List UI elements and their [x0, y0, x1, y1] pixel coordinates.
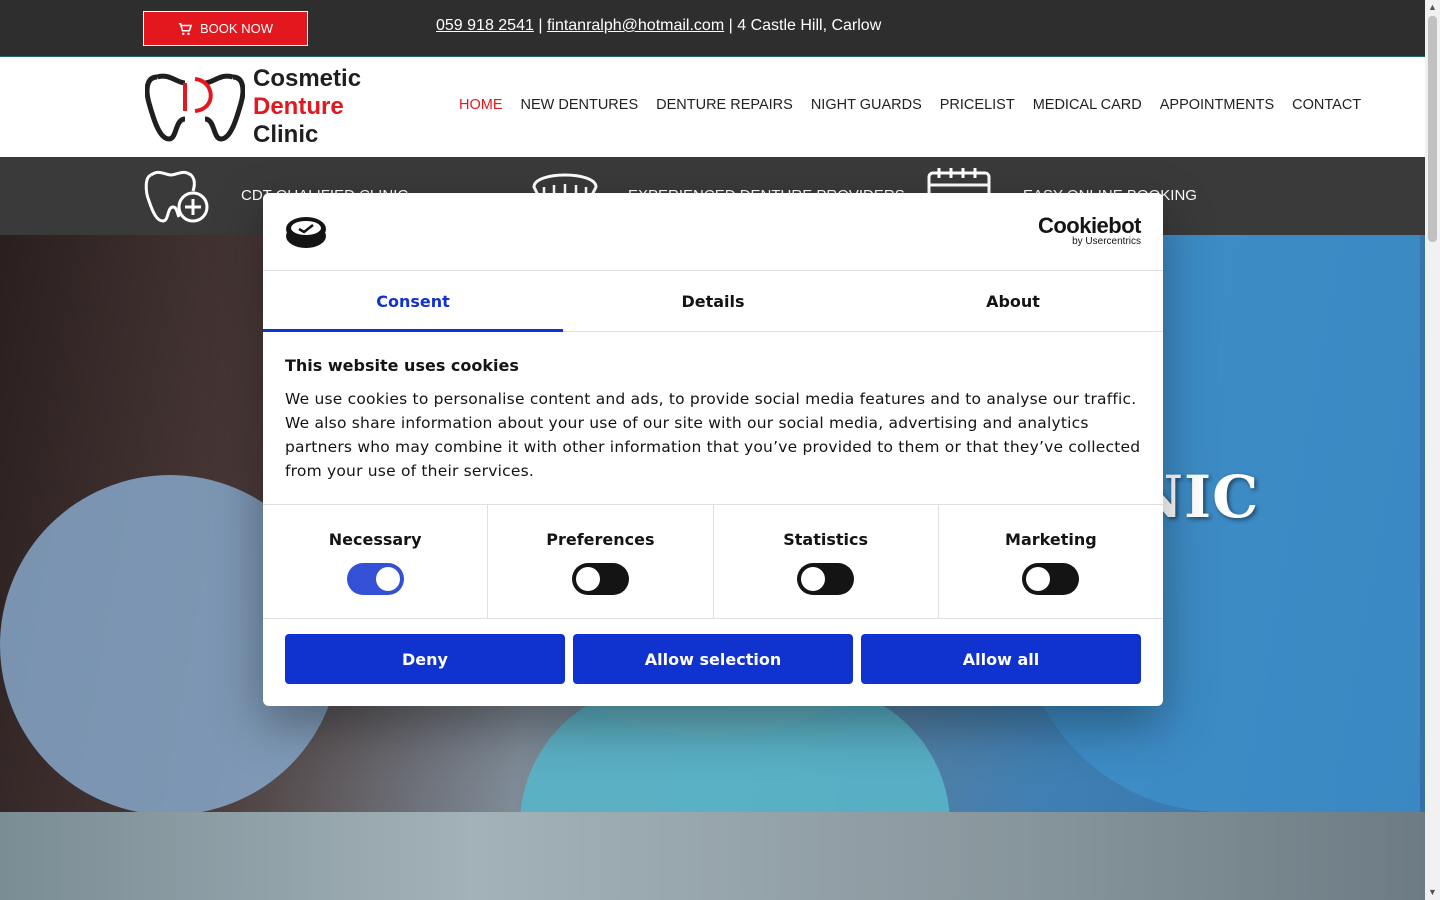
logo-text: Cosmetic Denture Clinic	[253, 65, 361, 149]
dialog-tabs: Consent Details About	[263, 271, 1163, 332]
toggle-preferences: Preferences	[488, 505, 714, 618]
site-logo[interactable]: Cosmetic Denture Clinic	[145, 65, 405, 149]
nav-medical-card[interactable]: MEDICAL CARD	[1033, 97, 1142, 113]
switch-knob	[1026, 567, 1051, 591]
toggle-label: Marketing	[1005, 530, 1097, 549]
logo-line-3: Clinic	[253, 121, 319, 148]
separator: |	[728, 17, 733, 34]
nav-home[interactable]: HOME	[459, 97, 503, 113]
brand-name: Cookiebot	[1037, 213, 1142, 238]
necessary-switch[interactable]	[346, 563, 404, 595]
cookiebot-brand[interactable]: Cookiebot by Usercentrics	[1037, 213, 1142, 247]
allow-selection-button[interactable]: Allow selection	[573, 634, 853, 684]
cart-icon	[178, 22, 193, 35]
nav-pricelist[interactable]: PRICELIST	[940, 97, 1015, 113]
nav-appointments[interactable]: APPOINTMENTS	[1160, 97, 1274, 113]
section-background	[0, 812, 1425, 900]
cookie-category-toggles: Necessary Preferences Statistics Marketi…	[263, 505, 1163, 619]
tooth-logo-icon	[145, 73, 245, 142]
nav-new-dentures[interactable]: NEW DENTURES	[521, 97, 639, 113]
nav-night-guards[interactable]: NIGHT GUARDS	[811, 97, 922, 113]
scroll-down-arrow-icon[interactable]: ▼	[1425, 885, 1440, 900]
cookiebot-logo-icon	[286, 217, 326, 248]
switch-knob	[801, 567, 826, 591]
contact-line: 059 918 2541 | fintanralph@hotmail.com |…	[436, 17, 881, 35]
nav-contact[interactable]: CONTACT	[1292, 97, 1361, 113]
switch-knob	[575, 567, 600, 591]
toggle-label: Statistics	[783, 530, 868, 549]
nav-denture-repairs[interactable]: DENTURE REPAIRS	[656, 97, 793, 113]
cookie-consent-dialog: Cookiebot by Usercentrics Consent Detail…	[263, 193, 1163, 706]
preferences-switch[interactable]	[571, 563, 629, 595]
address-text: 4 Castle Hill, Carlow	[737, 17, 882, 34]
page-scrollbar[interactable]: ▲ ▼	[1425, 0, 1440, 900]
tab-consent[interactable]: Consent	[263, 271, 563, 332]
tab-about[interactable]: About	[863, 271, 1163, 331]
toggle-statistics: Statistics	[714, 505, 939, 618]
statistics-switch[interactable]	[797, 563, 855, 595]
dialog-body: This website uses cookies We use cookies…	[263, 332, 1163, 505]
dialog-title: This website uses cookies	[285, 356, 519, 375]
toggle-label: Necessary	[328, 530, 422, 549]
tab-details[interactable]: Details	[563, 271, 863, 331]
dialog-description: We use cookies to personalise content an…	[285, 390, 1141, 480]
book-now-label: BOOK NOW	[200, 21, 273, 36]
tooth-plus-icon	[144, 170, 209, 223]
switch-knob	[375, 567, 400, 591]
scroll-thumb[interactable]	[1428, 16, 1437, 242]
toggle-marketing: Marketing	[939, 505, 1163, 618]
separator: |	[538, 17, 543, 34]
dialog-buttons: Deny Allow selection Allow all	[263, 619, 1163, 699]
brand-subtitle: by Usercentrics	[1072, 236, 1141, 247]
toggle-necessary: Necessary	[263, 505, 489, 618]
scroll-up-arrow-icon[interactable]: ▲	[1425, 0, 1440, 15]
toggle-label: Preferences	[546, 530, 655, 549]
marketing-switch[interactable]	[1022, 563, 1080, 595]
logo-line-1: Cosmetic	[253, 65, 362, 92]
top-bar: BOOK NOW 059 918 2541 | fintanralph@hotm…	[0, 0, 1425, 57]
email-link[interactable]: fintanralph@hotmail.com	[547, 17, 724, 34]
phone-link[interactable]: 059 918 2541	[436, 17, 534, 34]
dialog-header: Cookiebot by Usercentrics	[263, 193, 1163, 271]
book-now-button[interactable]: BOOK NOW	[143, 11, 308, 46]
deny-button[interactable]: Deny	[285, 634, 565, 684]
logo-line-2: Denture	[253, 93, 344, 120]
main-nav: HOME NEW DENTURES DENTURE REPAIRS NIGHT …	[459, 97, 1361, 113]
allow-all-button[interactable]: Allow all	[861, 634, 1141, 684]
site-header: Cosmetic Denture Clinic HOME NEW DENTURE…	[0, 57, 1425, 157]
